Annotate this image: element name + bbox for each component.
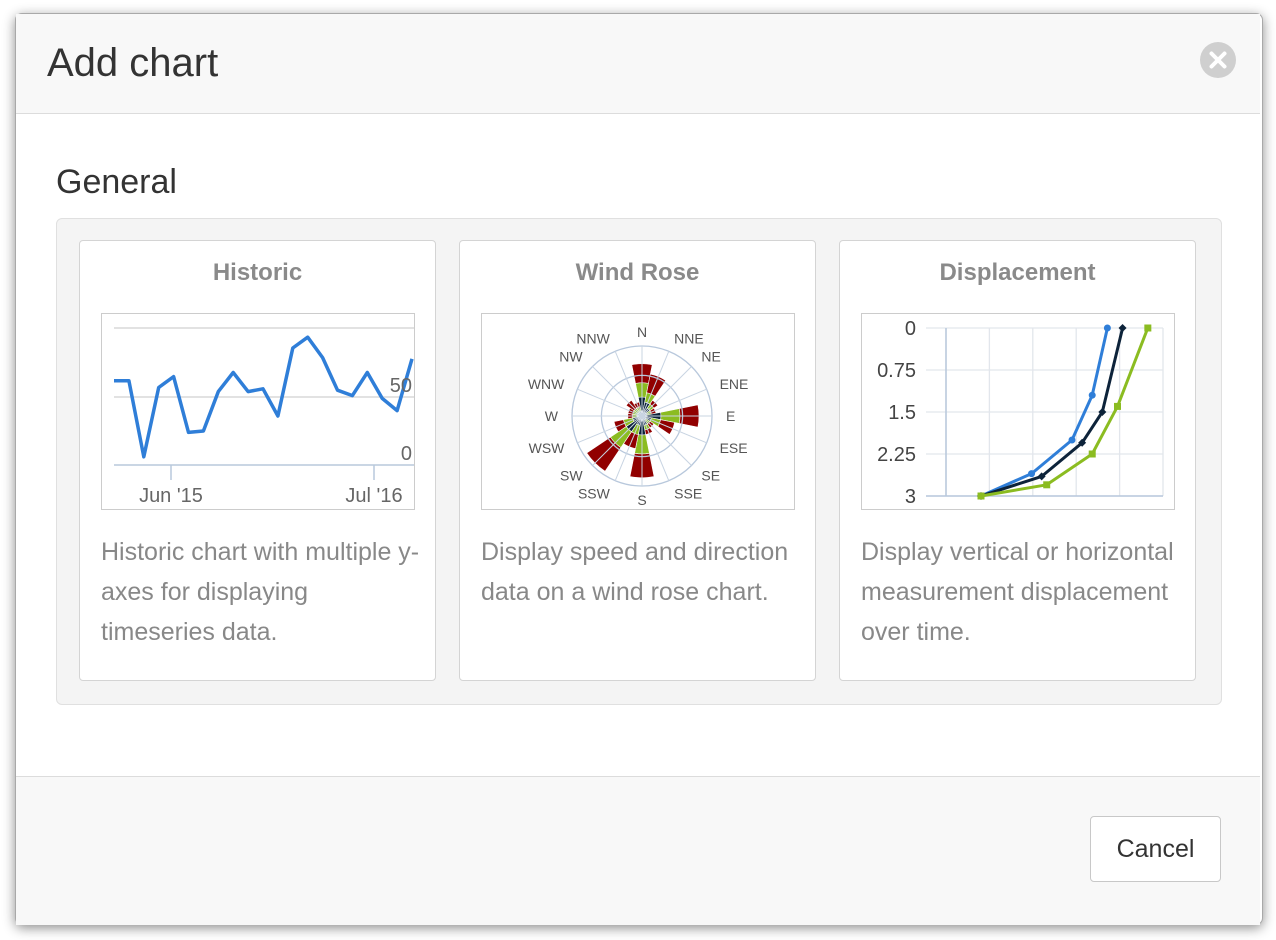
direction-label: S — [637, 492, 646, 508]
data-point-marker — [1028, 470, 1036, 478]
direction-label: ESE — [720, 440, 748, 456]
historic-chart-svg: 50 0 Jun '15 Jul '16 — [114, 327, 414, 507]
data-point-marker — [1088, 450, 1096, 458]
y-tick-label: 3 — [905, 486, 916, 508]
direction-label: E — [726, 408, 735, 424]
close-circle-icon — [1209, 51, 1227, 69]
section-title-general: General — [56, 163, 177, 201]
direction-label: SE — [701, 467, 720, 483]
data-point-marker — [1144, 324, 1152, 332]
y-tick-label: 0.75 — [877, 360, 916, 382]
y-tick-label: 0 — [401, 443, 412, 465]
direction-label: ENE — [720, 376, 749, 392]
wind-rose-chart-svg: N NNE NEENE E ESESE SSE S SSW SW WSW W WNW NW NNW — [528, 324, 749, 508]
historic-chart-preview: 50 0 Jun '15 Jul '16 — [101, 313, 415, 510]
data-point-marker — [1068, 436, 1076, 444]
card-title: Wind Rose — [575, 259, 700, 286]
direction-label: SW — [560, 467, 583, 483]
dialog-header: Add chart — [16, 14, 1260, 114]
data-point-marker — [1088, 391, 1096, 399]
cancel-button[interactable]: Cancel — [1090, 816, 1221, 882]
data-point-marker — [1114, 402, 1121, 410]
direction-label: NNW — [576, 330, 610, 346]
y-tick-label: 2.25 — [877, 444, 916, 466]
displacement-chart-preview: 0 0.75 1.5 2.25 3 — [861, 313, 1175, 510]
direction-label: W — [545, 408, 559, 424]
wind-rose-sector — [657, 419, 675, 435]
data-point-marker — [1103, 324, 1111, 332]
direction-label: NW — [559, 349, 583, 365]
direction-label: N — [637, 324, 647, 340]
close-button[interactable] — [1200, 42, 1236, 78]
displacement-chart-svg: 0 0.75 1.5 2.25 3 — [877, 318, 1164, 508]
card-description: Historic chart with multiple y-axes for … — [101, 538, 420, 646]
card-description: Display speed and direction data on a wi… — [481, 538, 789, 606]
chart-card-wind-rose[interactable]: Wind Rose N NNE NE ENE E ESE SE SSE S SSW SW WSW W WN… — [459, 240, 816, 681]
dialog-title: Add chart — [47, 41, 219, 85]
card-title: Displacement — [939, 259, 1096, 286]
y-tick-label: 0 — [905, 318, 916, 340]
direction-label: WSW — [529, 440, 566, 456]
x-tick-label: Jun '15 — [139, 485, 203, 507]
direction-label: NE — [701, 349, 720, 365]
chart-card-displacement[interactable]: Displacement 0 0.75 1.5 2.25 3 Display verti… — [839, 240, 1196, 681]
dialog-footer — [16, 776, 1260, 925]
direction-label: SSW — [578, 486, 611, 502]
card-description: Display vertical or horizontal measureme… — [861, 538, 1174, 646]
y-tick-label: 1.5 — [888, 402, 916, 424]
card-title: Historic — [212, 259, 303, 286]
direction-label: WNW — [528, 376, 565, 392]
chart-card-historic[interactable]: Historic 50 0 Jun '15 Jul '16 Historic c… — [79, 240, 436, 681]
data-point-marker — [977, 492, 985, 500]
y-tick-label: 50 — [390, 375, 412, 397]
direction-label: SSE — [674, 486, 702, 502]
wind-rose-chart-preview: N NNE NE ENE E ESE SE SSE S SSW SW WSW W WNW NW NNW — [481, 313, 795, 510]
direction-label: NNE — [674, 330, 704, 346]
x-tick-label: Jul '16 — [345, 485, 402, 507]
data-point-marker — [1043, 481, 1051, 489]
